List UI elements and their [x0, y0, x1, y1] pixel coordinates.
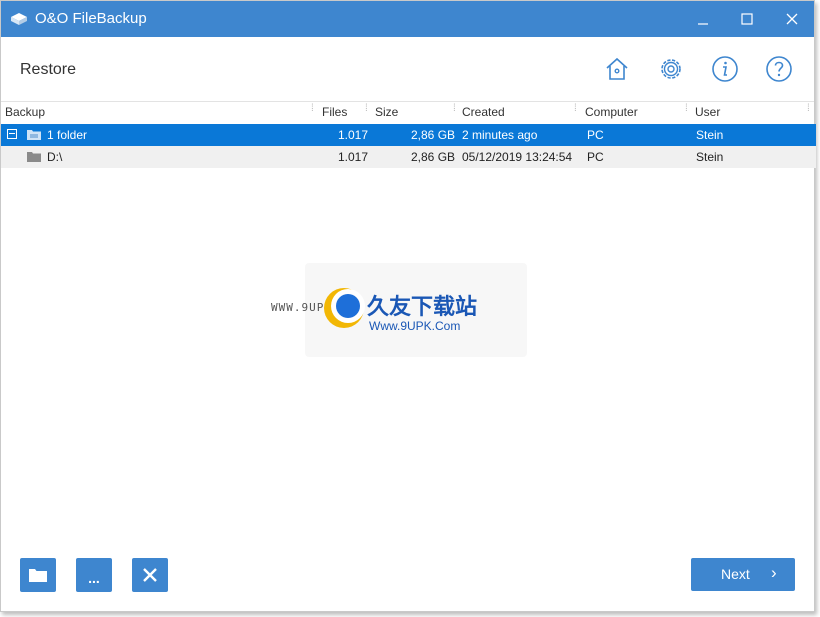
chevron-right-icon: ›: [771, 563, 777, 582]
minimize-icon: [698, 23, 708, 25]
close-button[interactable]: [772, 5, 812, 33]
next-button-label: Next: [721, 566, 750, 582]
files-count: 1.017: [338, 128, 369, 142]
page-title: Restore: [20, 61, 77, 78]
browse-button-label: ...: [88, 570, 100, 586]
folder-icon: [27, 152, 41, 162]
column-header-created[interactable]: Created: [462, 105, 505, 119]
column-resize-handle[interactable]: ⁞: [807, 104, 812, 119]
folder-icon: [29, 569, 47, 582]
table-row[interactable]: 1 folder 1.017 2,86 GB 2 minutes ago PC …: [1, 124, 816, 146]
computer-name: PC: [587, 128, 604, 142]
watermark-logo: [324, 288, 365, 328]
backup-size: 2,86 GB: [411, 128, 456, 142]
folder-icon: [27, 130, 41, 140]
title-bar[interactable]: O&O FileBackup: [1, 1, 814, 37]
help-icon[interactable]: [765, 55, 793, 83]
backup-size: 2,86 GB: [411, 150, 456, 164]
watermark: WWW.9UPK.COM 久友下载站 Www.9UPK.Com: [271, 263, 527, 357]
column-resize-handle[interactable]: ⁞: [311, 104, 316, 119]
delete-icon: [143, 568, 157, 582]
column-resize-handle[interactable]: ⁞: [574, 104, 579, 119]
created-time: 2 minutes ago: [462, 128, 538, 142]
column-resize-handle[interactable]: ⁞: [453, 104, 458, 119]
close-icon: [786, 13, 798, 25]
info-icon[interactable]: [711, 55, 739, 83]
column-header-files[interactable]: Files: [322, 105, 347, 119]
column-header-backup[interactable]: Backup: [5, 105, 45, 119]
user-name: Stein: [696, 128, 724, 142]
grid-header: Backup ⁞ Files ⁞ Size ⁞ Created ⁞ Comput…: [1, 102, 814, 123]
maximize-icon: [741, 13, 753, 25]
column-header-size[interactable]: Size: [375, 105, 398, 119]
delete-button[interactable]: [132, 558, 168, 592]
maximize-button[interactable]: [727, 5, 767, 33]
settings-icon[interactable]: [657, 55, 685, 83]
app-drive-icon: [11, 13, 27, 25]
collapse-toggle[interactable]: [7, 129, 17, 139]
table-row[interactable]: D:\ 1.017 2,86 GB 05/12/2019 13:24:54 PC…: [1, 146, 816, 168]
backup-name: 1 folder: [47, 128, 88, 142]
files-count: 1.017: [338, 150, 369, 164]
minimize-button[interactable]: [683, 5, 723, 33]
home-icon[interactable]: [603, 55, 631, 83]
next-button[interactable]: Next ›: [691, 558, 795, 591]
watermark-url-text: Www.9UPK.Com: [369, 319, 461, 333]
watermark-cn-text: 久友下载站: [367, 294, 478, 319]
backup-name: D:\: [47, 150, 63, 164]
window-title: O&O FileBackup: [35, 10, 147, 27]
browse-button[interactable]: ...: [76, 558, 112, 592]
open-folder-button[interactable]: [20, 558, 56, 592]
column-resize-handle[interactable]: ⁞: [365, 104, 370, 119]
app-window: O&O FileBackup Restore Backup ⁞ Files ⁞ …: [0, 0, 816, 612]
header-bar: Restore: [1, 37, 814, 102]
created-time: 05/12/2019 13:24:54: [462, 150, 573, 164]
column-header-computer[interactable]: Computer: [585, 105, 638, 119]
column-resize-handle[interactable]: ⁞: [685, 104, 690, 119]
user-name: Stein: [696, 150, 724, 164]
computer-name: PC: [587, 150, 604, 164]
column-header-user[interactable]: User: [695, 105, 720, 119]
